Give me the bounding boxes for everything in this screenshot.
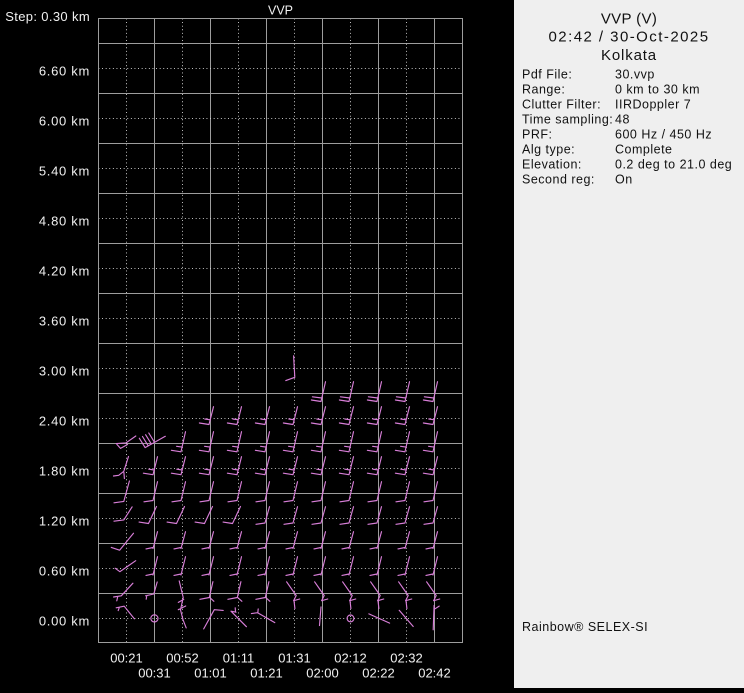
svg-text:02:32: 02:32	[390, 651, 423, 666]
svg-text:00:21: 00:21	[110, 651, 143, 666]
svg-text:00:52: 00:52	[166, 651, 199, 666]
svg-text:Pdf File:: Pdf File:	[522, 68, 572, 82]
svg-text:Complete: Complete	[615, 143, 673, 157]
svg-text:0.60 km: 0.60 km	[39, 564, 90, 579]
svg-text:0.2 deg to 21.0 deg: 0.2 deg to 21.0 deg	[615, 158, 732, 172]
svg-text:4.20 km: 4.20 km	[39, 264, 90, 279]
svg-text:02:00: 02:00	[306, 666, 339, 681]
svg-text:02:42 / 30-Oct-2025: 02:42 / 30-Oct-2025	[549, 29, 710, 46]
svg-text:VVP: VVP	[268, 4, 293, 18]
svg-text:00:31: 00:31	[138, 666, 171, 681]
svg-text:2.40 km: 2.40 km	[39, 414, 90, 429]
svg-text:01:21: 01:21	[250, 666, 283, 681]
svg-text:Step: 0.30 km: Step: 0.30 km	[5, 9, 90, 24]
svg-text:1.20 km: 1.20 km	[39, 514, 90, 529]
svg-text:Time sampling:: Time sampling:	[522, 113, 613, 127]
svg-text:Kolkata: Kolkata	[601, 47, 657, 64]
svg-text:Elevation:: Elevation:	[522, 158, 582, 172]
svg-text:01:11: 01:11	[223, 651, 255, 666]
svg-text:0.00 km: 0.00 km	[39, 614, 90, 629]
svg-text:02:22: 02:22	[362, 666, 395, 681]
svg-text:5.40 km: 5.40 km	[39, 164, 90, 179]
svg-text:Clutter Filter:: Clutter Filter:	[522, 98, 601, 112]
svg-text:6.00 km: 6.00 km	[39, 114, 90, 129]
svg-text:01:01: 01:01	[194, 666, 227, 681]
svg-text:Rainbow® SELEX-SI: Rainbow® SELEX-SI	[522, 620, 648, 634]
svg-text:1.80 km: 1.80 km	[39, 464, 90, 479]
svg-text:PRF:: PRF:	[522, 128, 552, 142]
svg-text:02:42: 02:42	[418, 666, 451, 681]
svg-text:Second reg:: Second reg:	[522, 173, 595, 187]
svg-text:3.00 km: 3.00 km	[39, 364, 90, 379]
svg-text:0 km to 30 km: 0 km to 30 km	[615, 83, 700, 97]
svg-text:02:12: 02:12	[334, 651, 367, 666]
svg-text:48: 48	[615, 113, 630, 127]
svg-text:On: On	[615, 173, 633, 187]
svg-text:3.60 km: 3.60 km	[39, 314, 90, 329]
svg-text:4.80 km: 4.80 km	[39, 214, 90, 229]
svg-text:Range:: Range:	[522, 83, 565, 97]
svg-text:600 Hz / 450 Hz: 600 Hz / 450 Hz	[615, 128, 712, 142]
svg-text:VVP (V): VVP (V)	[601, 11, 657, 28]
svg-text:IIRDoppler 7: IIRDoppler 7	[615, 98, 691, 112]
svg-text:01:31: 01:31	[278, 651, 311, 666]
svg-text:Alg type:: Alg type:	[522, 143, 575, 157]
svg-text:30.vvp: 30.vvp	[615, 68, 655, 82]
svg-text:6.60 km: 6.60 km	[39, 64, 90, 79]
